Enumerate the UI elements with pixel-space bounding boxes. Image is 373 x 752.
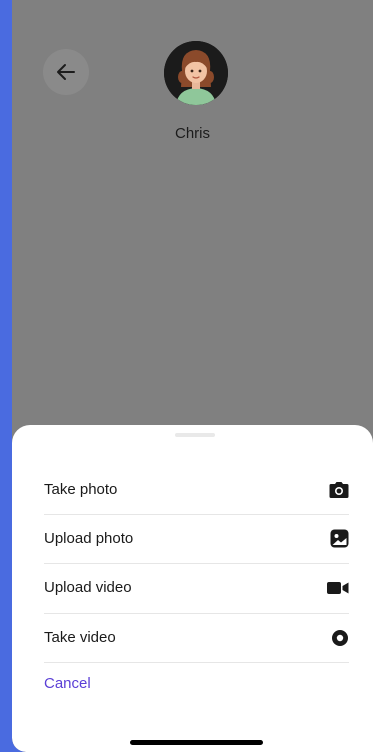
option-label: Take photo <box>44 481 118 498</box>
media-options-sheet: Take photo Upload photo Upload video Tak… <box>12 425 373 752</box>
home-indicator <box>130 740 263 745</box>
cancel-button[interactable]: Cancel <box>44 675 91 692</box>
upload-video-option[interactable]: Upload video <box>44 563 349 612</box>
image-icon <box>327 528 349 550</box>
divider <box>44 662 349 663</box>
camera-icon <box>327 479 349 501</box>
upload-photo-option[interactable]: Upload photo <box>44 514 349 563</box>
chat-screen: Chris Take photo Upload photo Upload vid… <box>12 0 373 752</box>
option-label: Upload video <box>44 579 132 596</box>
option-label: Upload photo <box>44 530 134 547</box>
record-icon <box>327 627 349 649</box>
arrow-left-icon <box>57 64 75 80</box>
contact-name: Chris <box>174 125 210 142</box>
take-photo-option[interactable]: Take photo <box>44 465 349 514</box>
take-video-option[interactable]: Take video <box>44 613 349 662</box>
avatar-illustration <box>164 41 228 105</box>
avatar[interactable] <box>164 41 228 105</box>
option-label: Take video <box>44 629 116 646</box>
sheet-grabber[interactable] <box>175 433 215 437</box>
back-button[interactable] <box>43 49 89 95</box>
video-camera-icon <box>327 577 349 599</box>
